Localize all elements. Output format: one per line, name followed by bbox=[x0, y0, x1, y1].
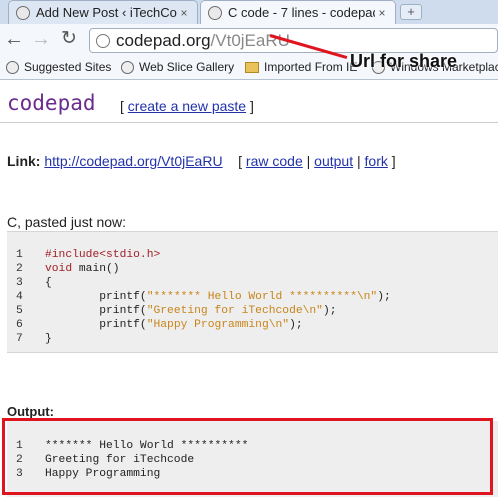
code-listing: 1 #include<stdio.h> 2 void main() 3{4 printf… bbox=[7, 231, 498, 353]
line-number: 1 bbox=[16, 249, 23, 261]
code-text: printf( bbox=[45, 319, 147, 331]
code-text: { bbox=[45, 277, 52, 289]
create-new-paste-link[interactable]: create a new paste bbox=[128, 98, 246, 114]
tab-add-new-post[interactable]: Add New Post ‹ iTechCode × bbox=[8, 0, 198, 24]
code-line: 1 #include<stdio.h> bbox=[7, 248, 391, 262]
code-line: 4 printf("******* Hello World **********… bbox=[7, 290, 391, 304]
bookmark-label: Imported From IE bbox=[264, 60, 358, 74]
code-lines: 1 #include<stdio.h> 2 void main() 3{4 printf… bbox=[7, 248, 391, 346]
paste-url-link[interactable]: http://codepad.org/Vt0jEaRU bbox=[44, 153, 222, 169]
line-number: 5 bbox=[16, 305, 23, 317]
codepad-logo[interactable]: codepad bbox=[7, 91, 96, 115]
folder-icon bbox=[245, 61, 259, 73]
line-number: 2 bbox=[16, 263, 23, 275]
url-host: codepad.org bbox=[116, 30, 211, 50]
fork-link[interactable]: fork bbox=[365, 153, 388, 169]
url-path: /Vt0jEaRU bbox=[210, 30, 290, 50]
raw-code-link[interactable]: raw code bbox=[246, 153, 303, 169]
preprocessor-directive: #include<stdio.h> bbox=[45, 249, 161, 261]
code-text: ); bbox=[322, 305, 337, 317]
keyword: void bbox=[45, 263, 73, 275]
line-number: 4 bbox=[16, 291, 23, 303]
code-line: 3{ bbox=[7, 276, 391, 290]
bookmark-label: Web Slice Gallery bbox=[139, 60, 235, 74]
page-icon bbox=[96, 33, 110, 48]
itechcode-favicon-icon bbox=[16, 5, 30, 20]
ie-icon bbox=[121, 60, 134, 74]
code-line: 5 printf("Greeting for iTechcode\n"); bbox=[7, 304, 391, 318]
back-arrow-icon[interactable]: ← bbox=[3, 29, 25, 51]
output-link[interactable]: output bbox=[314, 153, 353, 169]
string-literal: "Happy Programming\n" bbox=[146, 319, 290, 331]
output-highlight-box bbox=[2, 418, 493, 495]
new-paste-nav: [ create a new paste ] bbox=[120, 98, 254, 114]
tab-codepad[interactable]: C code - 7 lines - codepad × bbox=[200, 0, 396, 24]
ie-icon bbox=[6, 60, 19, 74]
code-text: printf( bbox=[45, 291, 147, 303]
line-number: 6 bbox=[16, 319, 23, 331]
bookmark-label: Suggested Sites bbox=[24, 60, 112, 74]
code-line: 6 printf("Happy Programming\n"); bbox=[7, 318, 391, 332]
line-number: 3 bbox=[16, 277, 23, 289]
link-row: Link: http://codepad.org/Vt0jEaRU [ raw … bbox=[7, 153, 396, 169]
string-literal: "******* Hello World **********\n" bbox=[146, 291, 378, 303]
code-text: ); bbox=[377, 291, 391, 303]
tab-label: Add New Post ‹ iTechCode bbox=[36, 5, 177, 20]
new-tab-button[interactable]: + bbox=[400, 4, 422, 20]
output-label: Output: bbox=[7, 404, 54, 419]
close-icon[interactable]: × bbox=[177, 6, 191, 20]
paste-language-label: C, pasted just now: bbox=[7, 214, 127, 230]
string-literal: "Greeting for iTechcode\n" bbox=[146, 305, 323, 317]
bookmark-imported-from-ie[interactable]: Imported From IE bbox=[245, 60, 357, 74]
code-text: printf( bbox=[45, 305, 147, 317]
code-text: } bbox=[45, 333, 52, 345]
bookmark-suggested-sites[interactable]: Suggested Sites bbox=[6, 60, 111, 74]
code-line: 2 void main() bbox=[7, 262, 391, 276]
line-number: 7 bbox=[16, 333, 23, 345]
page-content: codepad [ create a new paste ] Link: htt… bbox=[0, 81, 498, 497]
close-icon[interactable]: × bbox=[375, 6, 389, 20]
header-divider bbox=[0, 122, 498, 123]
forward-arrow-icon[interactable]: → bbox=[30, 29, 52, 51]
tab-label: C code - 7 lines - codepad bbox=[228, 5, 375, 20]
code-text: main() bbox=[72, 263, 120, 275]
reload-icon[interactable]: ↻ bbox=[58, 29, 80, 51]
bookmark-web-slice-gallery[interactable]: Web Slice Gallery bbox=[121, 60, 234, 74]
tab-strip: Add New Post ‹ iTechCode × C code - 7 li… bbox=[0, 0, 498, 24]
codepad-favicon-icon bbox=[208, 5, 222, 20]
annotation-label: Url for share bbox=[350, 51, 458, 71]
link-label: Link: bbox=[7, 153, 41, 169]
code-line: 7} bbox=[7, 332, 391, 346]
code-text: ); bbox=[289, 319, 303, 331]
